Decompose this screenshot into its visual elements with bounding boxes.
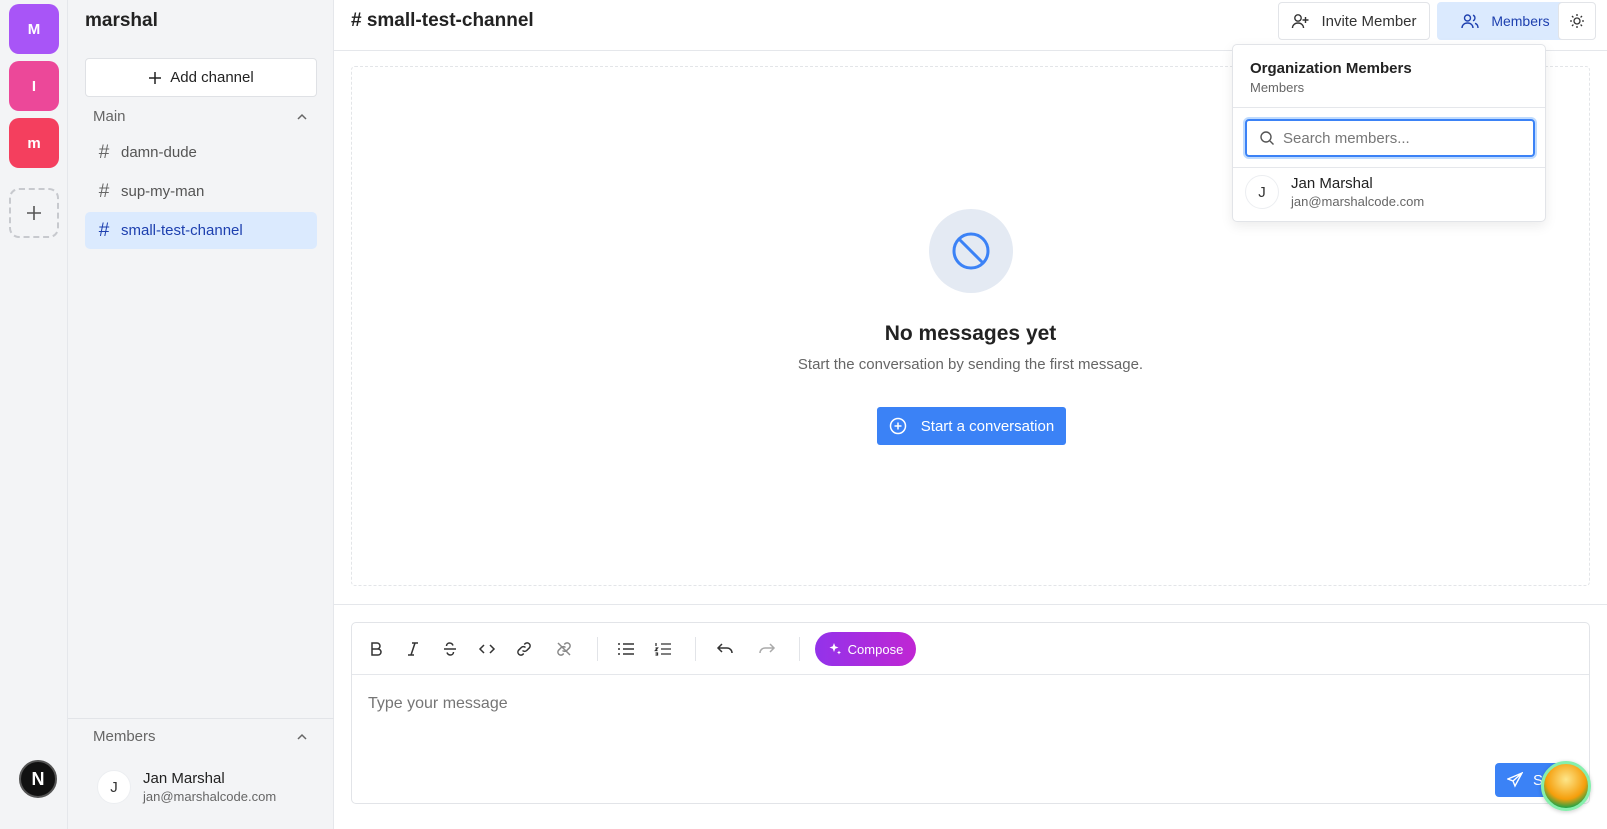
add-workspace-button[interactable] — [9, 188, 59, 238]
member-search-field[interactable] — [1245, 119, 1535, 157]
no-messages-icon — [929, 209, 1013, 293]
code-button[interactable] — [473, 635, 501, 663]
members-button[interactable]: Members — [1437, 2, 1574, 40]
search-icon — [1260, 131, 1274, 145]
floating-app-badge[interactable] — [1541, 761, 1591, 811]
hash-icon: # — [98, 219, 110, 241]
member-email: jan@marshalcode.com — [143, 789, 277, 804]
workspace-button[interactable]: I — [9, 61, 59, 111]
redo-icon — [759, 643, 776, 654]
channel-title: # small-test-channel — [351, 10, 534, 31]
user-plus-icon — [1292, 14, 1309, 29]
composer-divider — [334, 604, 1607, 605]
compose-label: Compose — [847, 641, 904, 657]
popover-member-item[interactable]: J Jan Marshal jan@marshalcode.com — [1245, 175, 1424, 209]
app-logo[interactable]: N — [19, 760, 57, 798]
channel-name: sup-my-man — [121, 183, 205, 200]
channel-item-small-test-channel[interactable]: # small-test-channel — [85, 212, 317, 249]
sparkles-icon — [829, 643, 841, 655]
formatting-toolbar: Compose — [352, 623, 1589, 675]
bold-icon — [371, 642, 382, 656]
sidebar-divider — [68, 718, 334, 719]
numbered-list-icon — [654, 643, 671, 656]
redo-button[interactable] — [753, 635, 781, 663]
invite-member-label: Invite Member — [1321, 12, 1417, 30]
channel-sidebar: marshal Add channel Main # damn-dude # s… — [68, 0, 334, 829]
link-button[interactable] — [510, 635, 538, 663]
theme-toggle-button[interactable] — [1558, 2, 1596, 40]
add-channel-button[interactable]: Add channel — [85, 58, 317, 97]
channel-name: small-test-channel — [121, 222, 243, 239]
users-icon — [1461, 14, 1480, 29]
italic-icon — [408, 642, 418, 656]
bullet-list-button[interactable] — [612, 635, 640, 663]
popover-divider — [1233, 107, 1545, 108]
toolbar-separator — [597, 637, 598, 661]
toolbar-separator — [799, 637, 800, 661]
popover-title: Organization Members — [1250, 60, 1412, 77]
workspace-button[interactable]: M — [9, 4, 59, 54]
section-label: Members — [93, 728, 156, 745]
channel-item-sup-my-man[interactable]: # sup-my-man — [85, 173, 317, 210]
channel-item-damn-dude[interactable]: # damn-dude — [85, 134, 317, 171]
numbered-list-button[interactable] — [649, 635, 677, 663]
empty-state-subtitle: Start the conversation by sending the fi… — [797, 356, 1144, 373]
undo-button[interactable] — [711, 635, 739, 663]
channel-name: damn-dude — [121, 144, 197, 161]
section-header-main[interactable]: Main — [93, 108, 309, 125]
member-name: Jan Marshal — [143, 770, 225, 787]
workspace-rail: M I m N — [0, 0, 68, 829]
plus-icon — [149, 71, 162, 84]
organization-name: marshal — [85, 10, 158, 31]
popover-divider — [1233, 167, 1545, 168]
start-conversation-button[interactable]: Start a conversation — [877, 407, 1066, 445]
members-label: Members — [1491, 13, 1550, 29]
member-name: Jan Marshal — [1291, 175, 1373, 192]
link-icon — [517, 642, 531, 656]
plus-icon — [27, 206, 41, 220]
strikethrough-button[interactable] — [436, 635, 464, 663]
bold-button[interactable] — [362, 635, 390, 663]
ban-icon — [952, 232, 990, 270]
invite-member-button[interactable]: Invite Member — [1278, 2, 1430, 40]
toolbar-separator — [695, 637, 696, 661]
chevron-up-icon — [297, 113, 307, 120]
plus-circle-icon — [889, 417, 907, 435]
code-icon — [478, 644, 496, 654]
organization-members-popover: Organization Members Members J Jan Marsh… — [1232, 44, 1546, 222]
hash-icon: # — [98, 180, 110, 202]
sun-icon — [1570, 14, 1584, 28]
add-channel-label: Add channel — [170, 69, 254, 86]
sidebar-member-item[interactable]: J Jan Marshal jan@marshalcode.com — [97, 770, 276, 804]
unlink-button[interactable] — [550, 635, 578, 663]
empty-state-title: No messages yet — [884, 322, 1057, 345]
avatar: J — [1245, 175, 1279, 209]
send-icon — [1507, 772, 1523, 788]
workspace-button[interactable]: m — [9, 118, 59, 168]
chevron-up-icon — [297, 733, 307, 740]
message-composer: Compose Send — [351, 622, 1590, 804]
section-label: Main — [93, 108, 126, 125]
start-conversation-label: Start a conversation — [920, 417, 1055, 435]
member-email: jan@marshalcode.com — [1291, 194, 1425, 209]
message-input[interactable] — [368, 695, 1568, 713]
section-header-members[interactable]: Members — [93, 728, 309, 745]
strikethrough-icon — [444, 642, 456, 656]
unlink-icon — [557, 642, 571, 656]
app-root: M I m N marshal Add channel Main # damn-… — [0, 0, 1607, 829]
italic-button[interactable] — [399, 635, 427, 663]
compose-ai-button[interactable]: Compose — [815, 632, 916, 666]
undo-icon — [716, 643, 733, 654]
hash-icon: # — [98, 141, 110, 163]
popover-subtitle: Members — [1250, 80, 1305, 95]
bullet-list-icon — [618, 643, 634, 655]
avatar: J — [97, 770, 131, 804]
member-search-input[interactable] — [1283, 129, 1523, 147]
